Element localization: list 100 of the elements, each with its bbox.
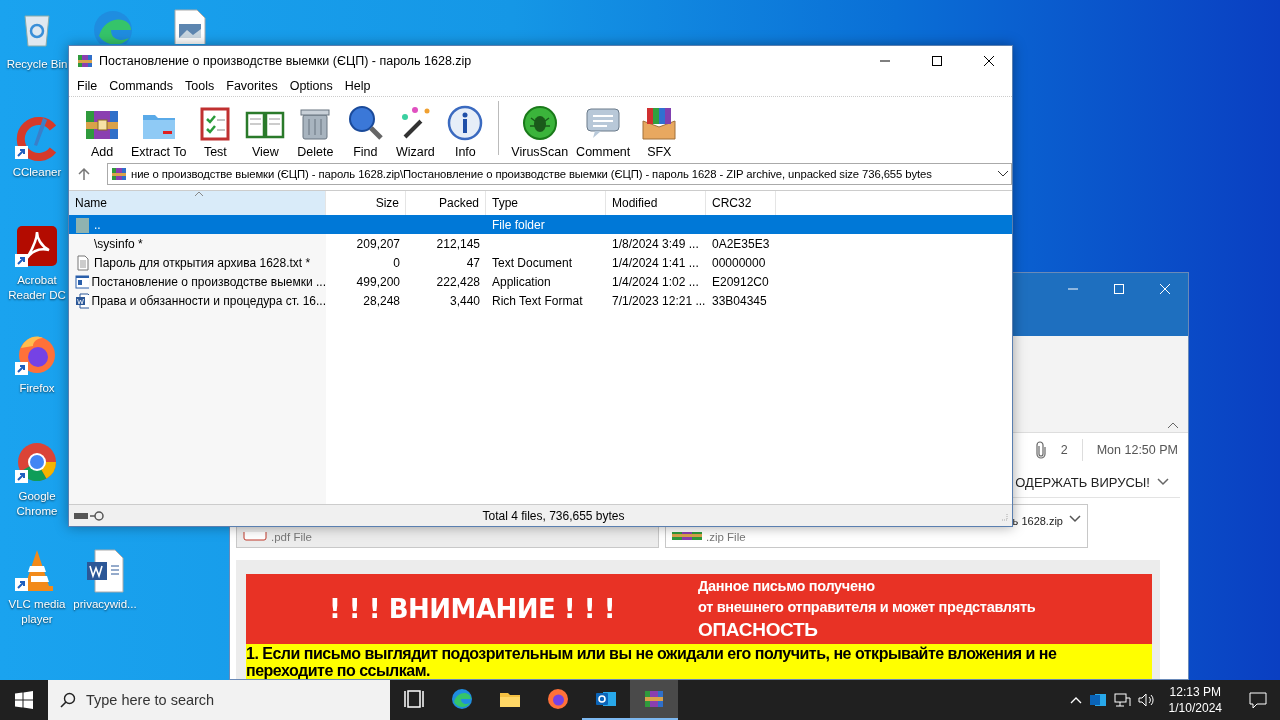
menu-item[interactable]: File	[71, 79, 104, 93]
attachment-card[interactable]: .pdf File	[236, 527, 659, 548]
books-icon	[111, 166, 127, 182]
close-icon	[983, 55, 995, 67]
banner-notice: Данное письмо получено от внешнего отправителя и может представлять ОПАСНОСТЬ	[698, 577, 1036, 642]
attachment-card[interactable]: .zip File	[665, 527, 1088, 548]
column-header[interactable]: Name	[69, 191, 326, 215]
table-cell-text: Text Document	[491, 255, 574, 270]
network-icon[interactable]	[1112, 691, 1131, 709]
toolbar-button[interactable]: Extract To	[129, 103, 189, 159]
warning-text: 1. Если письмо выглядит подозрительным или вы не ожидали его получить, не открывайте вложения и не переходите по ссылкам.	[246, 644, 1152, 679]
email-subject: ОДЕРЖАТЬ ВИРУСЫ!	[1015, 474, 1150, 490]
table-cell-text: File folder	[491, 217, 546, 232]
menu-item[interactable]: Options	[283, 79, 339, 93]
word-document-icon	[75, 292, 89, 309]
attachment-name: ь 1628.zip	[1012, 515, 1063, 527]
window-title: Постановление о производстве выемки (ЄЦП) - пароль 1628.zip	[99, 54, 473, 68]
toolbar-button[interactable]: Info	[442, 103, 489, 159]
search-field[interactable]: Type here to search	[48, 680, 390, 720]
volume-icon[interactable]	[1136, 691, 1155, 709]
collapse-icon[interactable]	[1166, 420, 1180, 430]
table-cell-text: Rich Text Format	[491, 293, 584, 308]
desktop-icon-label: VLC media player	[7, 597, 67, 627]
chevron-down-icon	[995, 169, 1011, 179]
table-cell-text: Application	[491, 274, 552, 289]
file-row[interactable]: Постановление о производстве выемки ... 499,200 222,428 Application 1/4/2024 1:02 ... E20912C0	[69, 272, 1012, 291]
file-name: Постановление о производстве выемки ...	[91, 274, 326, 289]
table-cell-text: 499,200	[355, 274, 401, 289]
table-cell-text: 47	[465, 255, 481, 270]
firefox-icon	[546, 687, 570, 711]
toolbar-button[interactable]: SFX	[636, 103, 683, 159]
table-cell-text: 222,428	[435, 274, 481, 289]
file-row[interactable]: Права и обязанности и процедура ст. 16... 28,248 3,440 Rich Text Format 7/1/2023 12:21 ... 33B04345	[69, 291, 1012, 310]
table-cell-text: 7/1/2023 12:21 ...	[611, 293, 706, 308]
sort-icon	[194, 191, 204, 197]
file-name: \sysinfo *	[94, 236, 143, 251]
toolbar-button[interactable]: Test	[192, 103, 239, 159]
attachment-header[interactable]: ь 1628.zip	[1010, 504, 1088, 527]
email-date: Mon 12:50 PM	[1096, 443, 1178, 457]
application-icon	[75, 273, 89, 290]
chevron-up-icon[interactable]	[1068, 695, 1083, 705]
table-cell-text: 28,248	[362, 293, 401, 308]
table-cell-text: 0A2E35E3	[711, 236, 771, 251]
path-field[interactable]: ние о производстве выемки (ЄЦП) - пароль 1628.zip\Постановление о производстве выемки (ЄЦП) - пароль 1628 - ZIP archive, unpacked size 736,655 bytes	[107, 163, 1012, 185]
table-cell-text: 212,145	[435, 236, 481, 251]
banner-title: ! ! ! ВНИМАНИЕ ! ! !	[327, 594, 617, 624]
toolbar-button[interactable]: Wizard	[392, 103, 439, 159]
attachment-type: .zip File	[706, 531, 746, 543]
menu-item[interactable]: Favorites	[220, 79, 284, 93]
outlook-icon[interactable]	[1088, 691, 1107, 709]
menu-item[interactable]: Tools	[179, 79, 221, 93]
books-icon	[77, 53, 93, 69]
up-arrow-icon[interactable]	[77, 167, 91, 181]
file-row[interactable]: \sysinfo * 209,207 212,145 1/8/2024 3:49 ... 0A2E35E3	[69, 234, 1012, 253]
desktop-icon-label: Recycle Bin	[6, 57, 68, 72]
table-cell-text: 1/4/2024 1:02 ...	[611, 274, 700, 289]
file-row[interactable]: .. File folder	[69, 215, 1012, 234]
edge-icon	[450, 687, 474, 711]
clock[interactable]: 12:13 PM 1/10/2024	[1160, 684, 1230, 716]
attachment-type: .pdf File	[271, 531, 312, 543]
toolbar-button[interactable]: VirusScan	[509, 103, 571, 159]
table-cell-text: 0	[392, 255, 401, 270]
search-icon	[60, 692, 76, 708]
maximize-icon	[931, 55, 943, 67]
toolbar-button[interactable]: Add	[79, 103, 125, 159]
desktop-icon-label: Google Chrome	[15, 489, 59, 519]
menu-item[interactable]: Commands	[103, 79, 180, 93]
table-cell-text: 1/4/2024 1:41 ...	[611, 255, 700, 270]
table-cell-text: 3,440	[448, 293, 481, 308]
file-name: ..	[94, 217, 101, 232]
task-view-icon	[402, 687, 426, 711]
pdf-icon	[243, 532, 267, 542]
desktop-icon-label: CCleaner	[12, 165, 62, 180]
toolbar-button[interactable]: Comment	[574, 103, 633, 159]
archive-icon	[672, 532, 702, 542]
close-icon	[1159, 283, 1171, 295]
toolbar-button[interactable]: Find	[342, 103, 389, 159]
toolbar-button[interactable]: Delete	[292, 103, 339, 159]
file-row[interactable]: Пароль для открытия архива 1628.txt * 0 47 Text Document 1/4/2024 1:41 ... 00000000	[69, 253, 1012, 272]
toolbar-button[interactable]: View	[242, 103, 289, 159]
status-text: Total 4 files, 736,655 bytes	[481, 508, 626, 523]
attachment-count: 2	[1060, 443, 1068, 457]
desktop-icon-label: Acrobat Reader DC	[7, 273, 67, 303]
clock-time: 12:13 PM	[1169, 684, 1221, 700]
file-name: Права и обязанности и процедура ст. 16...	[91, 293, 326, 308]
table-cell-text: 00000000	[711, 255, 767, 270]
desktop-icon-label: Firefox	[19, 381, 55, 396]
paperclip-icon	[1034, 441, 1047, 459]
clock-date: 1/10/2024	[1168, 700, 1222, 716]
chevron-down-icon[interactable]	[1156, 477, 1170, 487]
file-name: Пароль для открытия архива 1628.txt *	[94, 255, 311, 270]
table-cell-text: 33B04345	[711, 293, 768, 308]
chevron-down-icon[interactable]	[1069, 514, 1081, 524]
folder-icon	[75, 216, 91, 233]
table-cell-text: 209,207	[355, 236, 401, 251]
maximize-icon	[1113, 283, 1125, 295]
table-cell-text: E20912C0	[711, 274, 770, 289]
windows-logo-icon	[15, 691, 33, 709]
table-cell-text: 1/8/2024 3:49 ...	[611, 236, 700, 251]
menu-item[interactable]: Help	[338, 79, 377, 93]
